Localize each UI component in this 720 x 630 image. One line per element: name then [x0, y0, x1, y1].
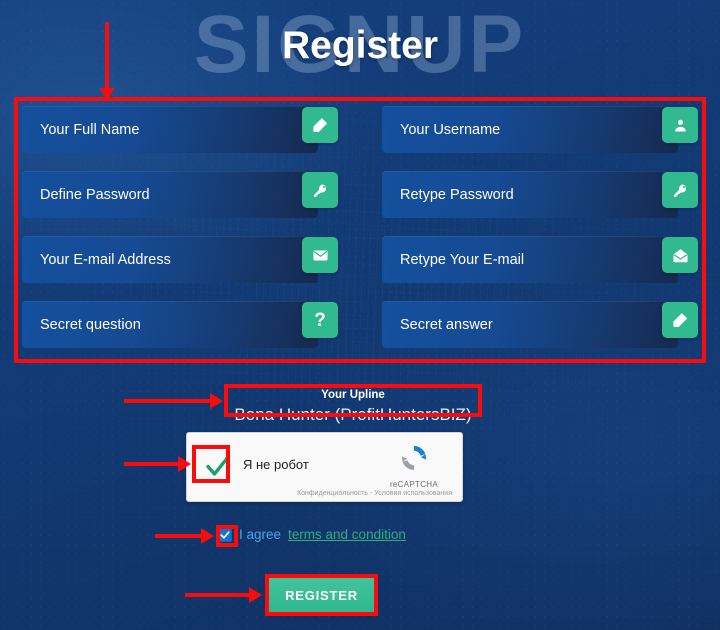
field-email: [22, 236, 338, 283]
mail-closed-icon: [312, 247, 329, 264]
email-input[interactable]: [22, 236, 318, 283]
retype-email-input[interactable]: [382, 236, 678, 283]
key-icon-button[interactable]: [302, 172, 338, 208]
field-define-password: [22, 171, 338, 218]
edit-icon-button[interactable]: [662, 302, 698, 338]
key-icon: [672, 182, 689, 199]
agree-checkbox[interactable]: [218, 527, 232, 542]
key-icon-button[interactable]: [662, 172, 698, 208]
form-row: ?: [22, 301, 698, 348]
secret-question-input[interactable]: [22, 301, 318, 348]
edit-icon: [672, 312, 689, 329]
page-title: Register: [281, 24, 439, 67]
register-button[interactable]: REGISTER: [267, 576, 376, 614]
question-mark-icon-button[interactable]: ?: [302, 302, 338, 338]
secret-answer-input[interactable]: [382, 301, 678, 348]
checkmark-icon: [220, 530, 230, 539]
agree-label: I agree: [239, 527, 282, 542]
form-row: [22, 106, 698, 153]
field-full-name: [22, 106, 338, 153]
form-row: [22, 171, 698, 218]
user-icon-button[interactable]: [662, 107, 698, 143]
upline-label: Your Upline: [321, 389, 385, 401]
mail-open-icon: [672, 247, 689, 264]
checkmark-icon: [206, 454, 231, 476]
field-retype-email: [382, 236, 698, 283]
agree-terms-row: I agree terms and condition: [218, 527, 406, 542]
recaptcha-checkbox[interactable]: [203, 451, 233, 481]
recaptcha-terms: Конфиденциальность - Условия использован…: [297, 490, 452, 497]
registration-form: ?: [22, 106, 698, 366]
field-secret-question: ?: [22, 301, 338, 348]
recaptcha-logo-icon: [401, 445, 427, 470]
define-password-input[interactable]: [22, 171, 318, 218]
recaptcha-widget[interactable]: Я не робот reCAPTCHA Конфиденциальность …: [186, 432, 463, 502]
mail-open-icon-button[interactable]: [662, 237, 698, 273]
page-header: SIGNUP Register: [0, 0, 720, 96]
recaptcha-brand-name: reCAPTCHA: [389, 480, 439, 489]
edit-icon-button[interactable]: [302, 107, 338, 143]
terms-and-condition-link[interactable]: terms and condition: [288, 527, 406, 542]
field-secret-answer: [382, 301, 698, 348]
upline-value: Bona Hunter (ProfitHuntersBIZ): [234, 405, 472, 424]
field-username: [382, 106, 698, 153]
user-icon: [672, 117, 689, 134]
question-mark-icon: ?: [314, 309, 326, 331]
upline-info: Your Upline Bona Hunter (ProfitHuntersBI…: [224, 385, 482, 432]
username-input[interactable]: [382, 106, 678, 153]
edit-icon: [312, 117, 329, 134]
field-retype-password: [382, 171, 698, 218]
recaptcha-branding: reCAPTCHA: [378, 442, 450, 489]
recaptcha-label: Я не робот: [243, 457, 309, 472]
retype-password-input[interactable]: [382, 171, 678, 218]
key-icon: [312, 182, 329, 199]
form-row: [22, 236, 698, 283]
full-name-input[interactable]: [22, 106, 318, 153]
mail-closed-icon-button[interactable]: [302, 237, 338, 273]
